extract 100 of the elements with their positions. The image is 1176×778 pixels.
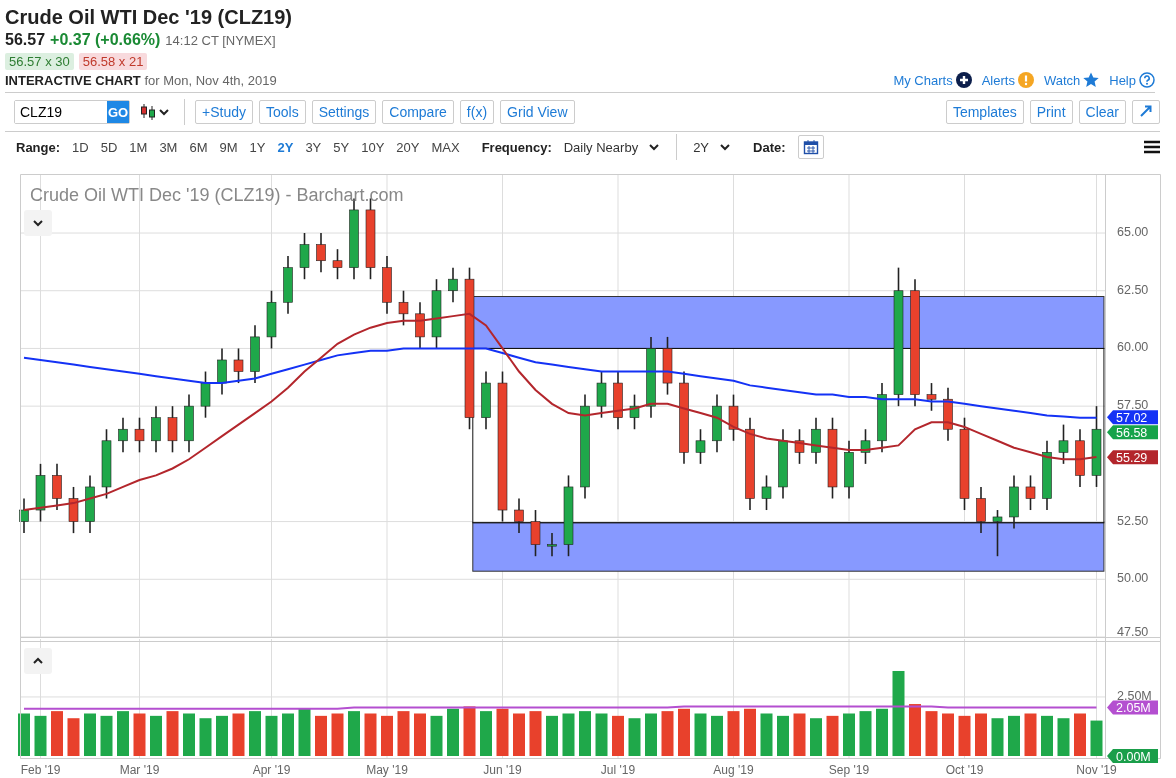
- volume-bar: [1041, 715, 1053, 756]
- quote-time: 14:12 CT [NYMEX]: [165, 32, 276, 50]
- volume-bar: [150, 715, 162, 756]
- last-price: 56.57: [5, 30, 46, 50]
- go-button[interactable]: GO: [107, 101, 129, 123]
- candlestick: [761, 474, 772, 511]
- volume-bar: [859, 711, 872, 756]
- range-option[interactable]: 3M: [159, 139, 178, 155]
- range-option[interactable]: 1D: [72, 139, 89, 155]
- volume-bar: [133, 713, 146, 756]
- caret-icon: [719, 141, 732, 153]
- menu-icon: [1144, 140, 1160, 154]
- candlestick: [1025, 474, 1036, 511]
- candlestick: [35, 463, 46, 523]
- range-option[interactable]: 5D: [100, 139, 118, 155]
- range-option[interactable]: 3Y: [305, 139, 322, 155]
- menu-button[interactable]: [1144, 140, 1160, 154]
- range-option[interactable]: 9M: [219, 139, 238, 155]
- axis-label: Oct '19: [945, 763, 984, 777]
- toolbar-button[interactable]: Compare: [382, 100, 454, 124]
- axis-label: Mar '19: [119, 763, 160, 777]
- chart-subtitle: INTERACTIVE CHART for Mon, Nov 4th, 2019: [5, 72, 277, 88]
- candlestick: [431, 278, 442, 350]
- volume-bar: [661, 711, 674, 756]
- expand-panel-button[interactable]: [24, 648, 52, 674]
- toolbar-button[interactable]: Settings: [311, 100, 377, 124]
- volume-bar: [364, 713, 377, 756]
- candlestick: [250, 324, 260, 384]
- candlestick: [629, 393, 640, 431]
- toolbar-button[interactable]: +Study: [195, 100, 253, 124]
- volume-bar: [414, 713, 426, 756]
- candlestick: [728, 393, 739, 442]
- range-option[interactable]: 5Y: [333, 139, 350, 155]
- range-option[interactable]: 2Y: [277, 139, 294, 155]
- candlestick: [976, 486, 986, 534]
- volume-bar: [1090, 720, 1103, 756]
- range-option[interactable]: 1Y: [249, 139, 266, 155]
- volume-bar: [793, 713, 806, 756]
- volume-bar: [711, 715, 723, 756]
- toolbar-button[interactable]: Tools: [259, 100, 306, 124]
- volume-bar: [67, 718, 80, 756]
- axis-label: Jul '19: [600, 763, 636, 777]
- header-link[interactable]: My Charts: [893, 72, 972, 88]
- header-link[interactable]: Help: [1109, 72, 1155, 88]
- volume-bar: [991, 718, 1004, 756]
- range-option[interactable]: MAX: [431, 139, 460, 155]
- volume-bar: [876, 708, 888, 756]
- volume-bar: [100, 715, 113, 756]
- toolbar-button[interactable]: f(x): [459, 100, 495, 124]
- volume-bar: [232, 713, 245, 756]
- period-dropdown[interactable]: 2Y: [693, 139, 732, 155]
- tag-value: 56.58: [1116, 425, 1148, 440]
- candlestick: [1009, 474, 1019, 530]
- toolbar-button[interactable]: Templates: [945, 100, 1024, 124]
- toolbar-button[interactable]: Grid View: [500, 100, 575, 124]
- candlestick: [481, 370, 491, 431]
- candlestick: [613, 370, 623, 431]
- volume-bar: [760, 713, 773, 756]
- caret-icon: [158, 106, 170, 118]
- candlestick: [382, 255, 392, 315]
- range-label: Range:: [16, 139, 61, 155]
- diagonal-arrow-icon: [1139, 103, 1153, 118]
- candlestick: [200, 370, 211, 419]
- volume-bar: [628, 718, 641, 756]
- candlestick: [52, 463, 62, 511]
- range-option[interactable]: 10Y: [361, 139, 385, 155]
- candlestick: [68, 486, 79, 534]
- volume-bar: [166, 711, 179, 756]
- volume-bar: [1008, 715, 1020, 756]
- volume-bar: [34, 715, 47, 756]
- axis-label: May '19: [366, 763, 408, 777]
- candlestick: [547, 532, 557, 557]
- volume-bar: [942, 713, 954, 756]
- header-link[interactable]: Alerts: [981, 72, 1034, 88]
- symbol-field[interactable]: CLZ19 GO: [14, 100, 130, 124]
- volume-bar: [612, 715, 624, 756]
- range-option[interactable]: 6M: [189, 139, 208, 155]
- toolbar-button[interactable]: Clear: [1078, 100, 1126, 124]
- tag-value: 0.00M: [1116, 749, 1151, 764]
- chart-type-dropdown[interactable]: [140, 103, 170, 121]
- candlestick: [943, 386, 953, 442]
- candlestick: [316, 232, 326, 274]
- header-link[interactable]: Watch: [1043, 72, 1100, 88]
- candlestick: [844, 439, 854, 500]
- volume-bar: [430, 715, 443, 756]
- range-option[interactable]: 1M: [129, 139, 148, 155]
- volume-bar: [51, 711, 63, 756]
- ask-quote: 56.58 x 21: [78, 53, 148, 70]
- volume-bar: [975, 713, 987, 756]
- calendar-button[interactable]: [797, 135, 824, 159]
- expand-button[interactable]: [1132, 100, 1160, 124]
- toolbar-button[interactable]: Print: [1029, 100, 1073, 124]
- range-option[interactable]: 20Y: [396, 139, 420, 155]
- tag-value: 57.02: [1116, 410, 1148, 425]
- axis-label: 47.50: [1117, 625, 1149, 639]
- frequency-dropdown[interactable]: Daily Nearby: [563, 139, 661, 155]
- candlestick: [448, 266, 458, 304]
- volume-bar: [925, 711, 938, 756]
- collapse-button[interactable]: [24, 210, 52, 236]
- volume-bar: [595, 713, 608, 756]
